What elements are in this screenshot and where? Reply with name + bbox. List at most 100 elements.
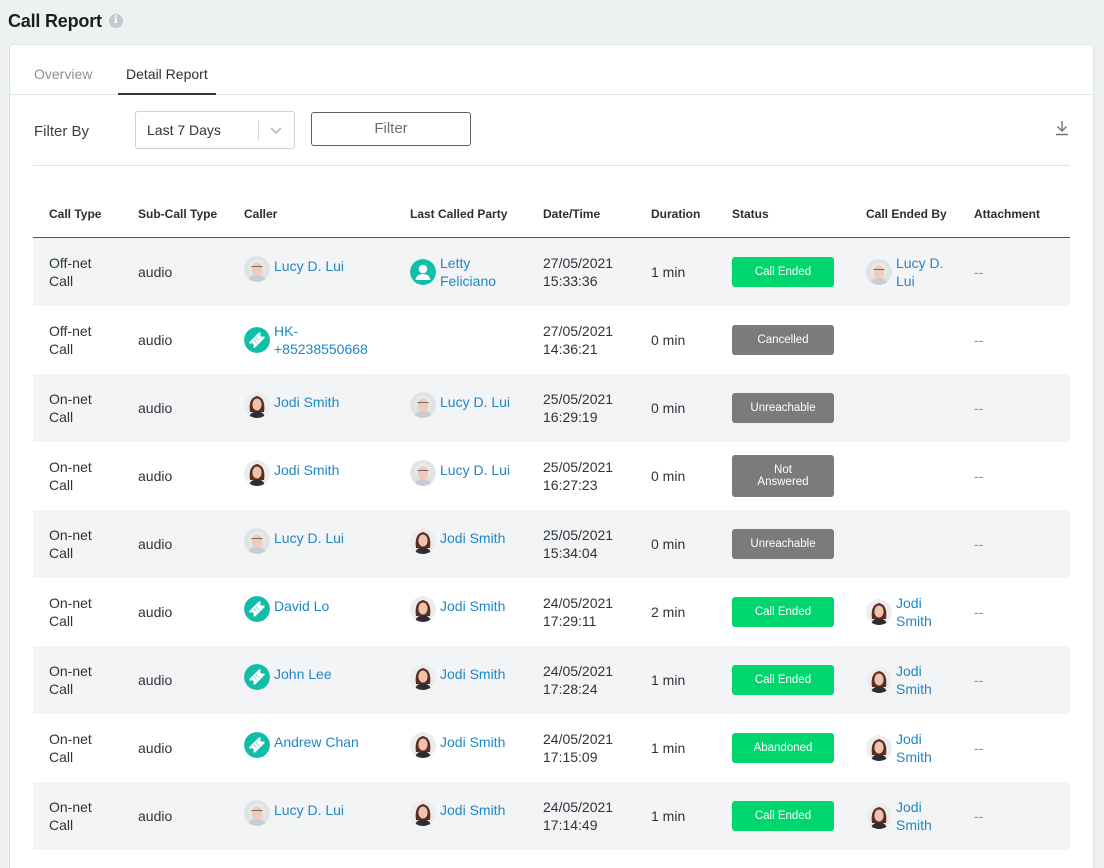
caller-link-name[interactable]: Lucy D. Lui — [274, 257, 344, 275]
status-badge: Call Ended — [732, 665, 834, 695]
caller-link-name[interactable]: David Lo — [274, 597, 329, 615]
caller-link-name[interactable]: Andrew Chan — [274, 733, 359, 751]
call-ended-by-link-name[interactable]: Lucy D. Lui — [896, 254, 943, 290]
date-time-line: 17:28:24 — [543, 681, 598, 697]
call-ended-by-link-name[interactable]: Jodi Smith — [896, 730, 932, 766]
filter-row: Filter By Last 7 Days Filter — [33, 110, 1070, 166]
table-row[interactable]: Off-net Call audio Lucy D. Lui Letty Felician… — [33, 238, 1070, 306]
caller-link-name[interactable]: Lucy D. Lui — [274, 529, 344, 547]
col-attachment[interactable]: Attachment — [974, 207, 1040, 221]
last-called-party-link-name[interactable]: Lucy D. Lui — [440, 393, 510, 411]
table-row[interactable]: On-net Call audio John Lee Jodi Smith 24/05/2… — [33, 646, 1070, 714]
call-ended-by-link[interactable]: Jodi Smith — [866, 662, 932, 698]
jodi-avatar — [866, 667, 892, 693]
col-call-ended-by[interactable]: Call Ended By — [866, 207, 947, 221]
duration-cell: 0 min — [651, 536, 686, 552]
col-sub-call-type[interactable]: Sub-Call Type — [138, 207, 217, 221]
col-date-time[interactable]: Date/Time — [543, 207, 600, 221]
call-type-line: On-net — [49, 731, 92, 747]
last-called-party-link[interactable]: Lucy D. Lui — [410, 460, 510, 486]
last-called-party-link[interactable]: Jodi Smith — [410, 664, 505, 690]
lucy-avatar — [866, 259, 892, 285]
lucy-avatar — [244, 528, 270, 554]
caller-link-name[interactable]: HK- +85238550668 — [274, 322, 368, 358]
jodi-avatar — [866, 599, 892, 625]
last-called-party-link[interactable]: Jodi Smith — [410, 596, 505, 622]
call-ended-by-link-name[interactable]: Jodi Smith — [896, 798, 932, 834]
last-called-party-link[interactable]: Jodi Smith — [410, 732, 505, 758]
caller-link[interactable]: John Lee — [244, 664, 332, 690]
last-called-party-link-name[interactable]: Jodi Smith — [440, 665, 505, 683]
tab-detail-report[interactable]: Detail Report — [118, 66, 216, 95]
caller-link[interactable]: Jodi Smith — [244, 460, 339, 486]
call-ended-by-link-name[interactable]: Jodi Smith — [896, 594, 932, 630]
call-ended-by-link-name-line: Smith — [896, 749, 932, 765]
tab-overview[interactable]: Overview — [34, 66, 92, 94]
last-called-party-link-name[interactable]: Jodi Smith — [440, 529, 505, 547]
call-ended-by-link[interactable]: Jodi Smith — [866, 594, 932, 630]
table-row[interactable]: On-net Call audio Andrew Chan Jodi Smith 24/0… — [33, 714, 1070, 782]
table-row[interactable]: On-net Call audio Lucy D. Lui Jodi Smith 25/0… — [33, 510, 1070, 578]
date-time-line: 15:34:04 — [543, 545, 598, 561]
attachment-cell: -- — [974, 672, 984, 688]
caller-link-name-line: David Lo — [274, 598, 330, 614]
sub-call-type-cell: audio — [138, 604, 173, 620]
caller-link[interactable]: Andrew Chan — [244, 732, 359, 758]
col-status[interactable]: Status — [732, 207, 769, 221]
call-ended-by-link[interactable]: Jodi Smith — [866, 730, 932, 766]
last-called-party-link-name[interactable]: Jodi Smith — [440, 597, 505, 615]
call-type-line: On-net — [49, 459, 92, 475]
last-called-party-link-name-line: Lucy D. Lui — [440, 462, 511, 478]
caller-link[interactable]: Jodi Smith — [244, 392, 339, 418]
caller-link-name[interactable]: Jodi Smith — [274, 461, 339, 479]
call-type-line: On-net — [49, 663, 92, 679]
table-row[interactable]: On-net Call audio David Lo Jodi Smith 24/05/2… — [33, 578, 1070, 646]
last-called-party-link-name-line: Jodi Smith — [440, 802, 506, 818]
table-row[interactable]: On-net Call audio Jodi Smith Lucy D. Lui 25/0… — [33, 374, 1070, 442]
attachment-cell: -- — [974, 400, 984, 416]
caller-link[interactable]: HK- +85238550668 — [244, 322, 368, 358]
call-ended-by-link[interactable]: Jodi Smith — [866, 798, 932, 834]
filter-button[interactable]: Filter — [311, 112, 471, 146]
col-duration[interactable]: Duration — [651, 207, 700, 221]
last-called-party-link[interactable]: Lucy D. Lui — [410, 392, 510, 418]
duration-cell: 1 min — [651, 672, 686, 688]
caller-link[interactable]: Lucy D. Lui — [244, 528, 344, 554]
ticket-icon — [244, 664, 270, 690]
caller-link[interactable]: Lucy D. Lui — [244, 256, 344, 282]
table-row[interactable]: On-net Call audio Jodi Smith Lucy D. Lui 25/0… — [33, 442, 1070, 510]
download-icon[interactable] — [1055, 120, 1069, 136]
last-called-party-link[interactable]: Jodi Smith — [410, 800, 505, 826]
caller-link-name-line: Jodi Smith — [274, 462, 340, 478]
date-time-cell: 24/05/2021 17:15:09 — [543, 730, 613, 766]
call-ended-by-link[interactable]: Lucy D. Lui — [866, 254, 943, 290]
date-range-select[interactable]: Last 7 Days — [135, 111, 295, 149]
last-called-party-link[interactable]: Letty Feliciano — [410, 254, 496, 290]
last-called-party-link-name[interactable]: Jodi Smith — [440, 801, 505, 819]
status-badge: Not Answered — [732, 455, 834, 497]
last-called-party-link[interactable]: Jodi Smith — [410, 528, 505, 554]
date-time-line: 17:15:09 — [543, 749, 598, 765]
caller-link[interactable]: Lucy D. Lui — [244, 800, 344, 826]
last-called-party-link-name[interactable]: Jodi Smith — [440, 733, 505, 751]
call-ended-by-link-name[interactable]: Jodi Smith — [896, 662, 932, 698]
last-called-party-link-name-line: Jodi Smith — [440, 530, 506, 546]
call-type-line: Call — [49, 477, 74, 493]
date-time-line: 17:29:11 — [543, 613, 597, 629]
col-caller[interactable]: Caller — [244, 207, 277, 221]
col-last-called-party[interactable]: Last Called Party — [410, 207, 507, 221]
table-row[interactable]: Off-net Call audio HK- +85238550668 27/05/202… — [33, 306, 1070, 374]
table-row[interactable]: On-net Call audio Lucy D. Lui Jodi Smith 24/0… — [33, 782, 1070, 850]
last-called-party-link-name[interactable]: Lucy D. Lui — [440, 461, 510, 479]
col-call-type[interactable]: Call Type — [49, 207, 101, 221]
caller-link-name[interactable]: John Lee — [274, 665, 332, 683]
status-badge: Call Ended — [732, 257, 834, 287]
select-divider — [258, 121, 259, 140]
call-type-line: Call — [49, 409, 74, 425]
last-called-party-link-name[interactable]: Letty Feliciano — [440, 254, 496, 290]
caller-link-name[interactable]: Jodi Smith — [274, 393, 339, 411]
jodi-avatar — [410, 596, 436, 622]
caller-link[interactable]: David Lo — [244, 596, 329, 622]
info-icon[interactable]: i — [108, 14, 123, 28]
caller-link-name[interactable]: Lucy D. Lui — [274, 801, 344, 819]
